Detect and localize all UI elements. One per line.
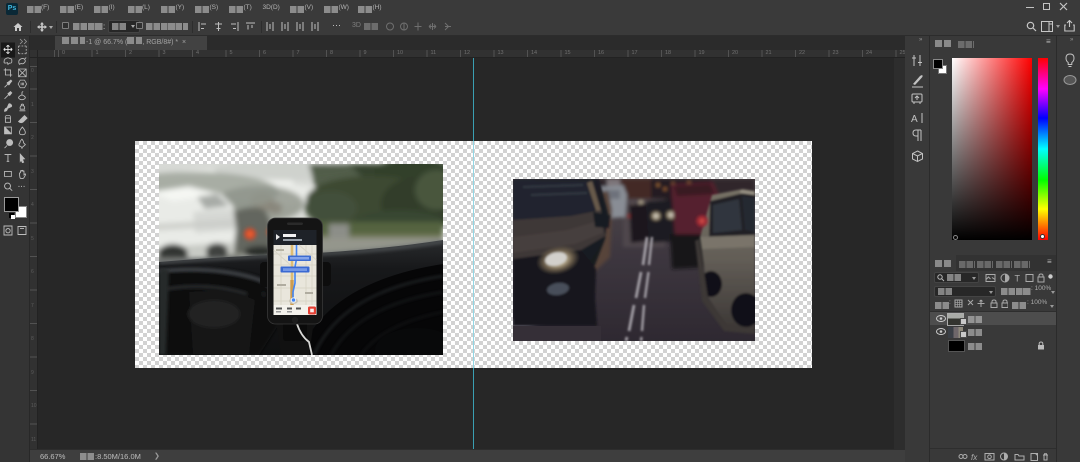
svg-text:fx: fx (971, 453, 978, 461)
svg-text:T: T (1015, 274, 1021, 284)
svg-text:A: A (911, 114, 918, 125)
